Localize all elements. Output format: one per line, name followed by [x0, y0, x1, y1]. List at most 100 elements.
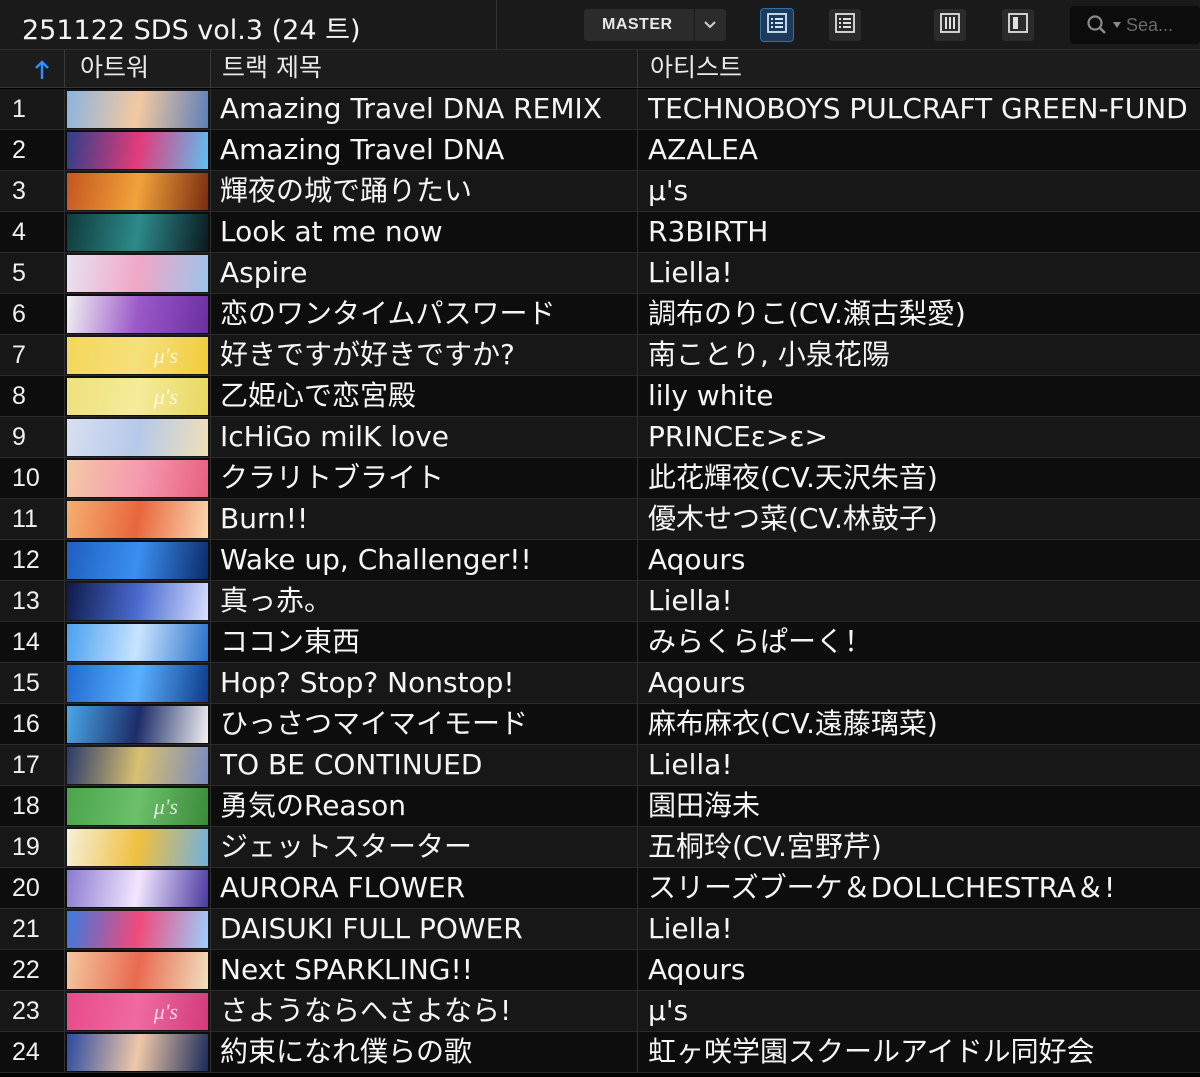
detail-list-view-button[interactable] — [829, 9, 861, 41]
track-title: Next SPARKLING!! — [220, 953, 473, 986]
track-row[interactable]: 12 Wake up, Challenger!! Aqours — [0, 540, 1200, 581]
track-artist: Liella! — [648, 912, 733, 945]
track-title: IcHiGo milK love — [220, 420, 450, 453]
track-title: 好きですが好きですか? — [220, 338, 515, 371]
row-divider — [210, 499, 211, 539]
track-row[interactable]: 1 Amazing Travel DNA REMIX TECHNOBOYS PULC… — [0, 89, 1200, 130]
row-divider — [64, 335, 65, 375]
artwork-thumbnail — [67, 747, 208, 784]
track-title: 約束になれ僕らの歌 — [220, 1035, 473, 1068]
track-row[interactable]: 5 Aspire Liella! — [0, 253, 1200, 294]
artwork-thumbnail — [67, 173, 208, 210]
track-row[interactable]: 14 ココン東西 みらくらぱーく！ — [0, 622, 1200, 663]
row-divider — [210, 1032, 211, 1072]
track-number: 9 — [12, 423, 26, 451]
track-row[interactable]: 21 DAISUKI FULL POWER Liella! — [0, 909, 1200, 950]
row-divider — [64, 745, 65, 785]
track-row[interactable]: 23 μ's さようならへさよなら! μ's — [0, 991, 1200, 1032]
sidebar-toggle-button[interactable] — [1002, 9, 1034, 41]
track-title: TO BE CONTINUED — [220, 748, 483, 781]
row-divider — [210, 130, 211, 170]
track-row[interactable]: 3 輝夜の城で踊りたい μ's — [0, 171, 1200, 212]
track-row[interactable]: 8 μ's 乙姫心で恋宮殿 lily white — [0, 376, 1200, 417]
artwork-thumbnail — [67, 132, 208, 169]
track-row[interactable]: 16 ひっさつマイマイモード 麻布麻衣(CV.遠藤璃菜) — [0, 704, 1200, 745]
row-divider — [210, 991, 211, 1031]
artwork-thumbnail: μ's — [67, 788, 208, 825]
columns-view-button[interactable] — [934, 9, 966, 41]
row-divider — [64, 417, 65, 457]
track-title: Burn!! — [220, 502, 309, 535]
difficulty-label: MASTER — [602, 16, 673, 33]
track-list: 1 Amazing Travel DNA REMIX TECHNOBOYS PULC… — [0, 89, 1200, 1073]
list-view-button[interactable] — [760, 8, 794, 42]
artwork-thumbnail — [67, 583, 208, 620]
track-row[interactable]: 10 クラリトブライト 此花輝夜(CV.天沢朱音) — [0, 458, 1200, 499]
column-title[interactable]: 트랙 제목 — [222, 50, 322, 88]
artwork-thumbnail — [67, 501, 208, 538]
track-artist: Aqours — [648, 543, 746, 576]
track-row[interactable]: 13 真っ赤。 Liella! — [0, 581, 1200, 622]
track-row[interactable]: 6 恋のワンタイムパスワード 調布のりこ(CV.瀬古梨愛) — [0, 294, 1200, 335]
row-divider — [210, 786, 211, 826]
column-artwork[interactable]: 아트워 — [80, 50, 149, 88]
row-divider — [637, 827, 638, 867]
row-divider — [64, 130, 65, 170]
track-title: 恋のワンタイムパスワード — [220, 297, 556, 330]
track-row[interactable]: 22 Next SPARKLING!! Aqours — [0, 950, 1200, 991]
track-row[interactable]: 24 約束になれ僕らの歌 虹ヶ咲学園スクールアイドル同好会 — [0, 1032, 1200, 1073]
track-artist: Aqours — [648, 953, 746, 986]
row-divider — [64, 294, 65, 334]
track-artist: R3BIRTH — [648, 215, 769, 248]
row-divider — [637, 868, 638, 908]
row-divider — [210, 704, 211, 744]
row-divider — [210, 171, 211, 211]
track-title: クラリトブライト — [220, 461, 445, 494]
track-row[interactable]: 11 Burn!! 優木せつ菜(CV.林鼓子) — [0, 499, 1200, 540]
track-title: 輝夜の城で踊りたい — [220, 174, 473, 207]
row-divider — [637, 704, 638, 744]
difficulty-dropdown[interactable]: MASTER — [584, 9, 726, 41]
track-number: 13 — [12, 587, 40, 615]
track-row[interactable]: 2 Amazing Travel DNA AZALEA — [0, 130, 1200, 171]
row-divider — [64, 581, 65, 621]
track-row[interactable]: 19 ジェットスターター 五桐玲(CV.宮野芹) — [0, 827, 1200, 868]
track-row[interactable]: 20 AURORA FLOWER スリーズブーケ＆DOLLCHESTRA＆! — [0, 868, 1200, 909]
search-box[interactable] — [1070, 6, 1200, 44]
track-row[interactable]: 9 IcHiGo milK love PRINCEε>ε> — [0, 417, 1200, 458]
track-row[interactable]: 7 μ's 好きですが好きですか? 南ことり, 小泉花陽 — [0, 335, 1200, 376]
track-row[interactable]: 4 Look at me now R3BIRTH — [0, 212, 1200, 253]
row-divider — [637, 294, 638, 334]
track-title: 乙姫心で恋宮殿 — [220, 379, 417, 412]
row-divider — [210, 950, 211, 990]
track-number: 19 — [12, 833, 40, 861]
track-artist: Liella! — [648, 748, 733, 781]
row-divider — [637, 499, 638, 539]
track-title: さようならへさよなら! — [220, 994, 512, 1027]
track-title: Hop? Stop? Nonstop! — [220, 666, 515, 699]
track-row[interactable]: 17 TO BE CONTINUED Liella! — [0, 745, 1200, 786]
row-divider — [64, 950, 65, 990]
row-divider — [210, 458, 211, 498]
track-artist: 南ことり, 小泉花陽 — [648, 338, 890, 371]
row-divider — [64, 1032, 65, 1072]
track-artist: Liella! — [648, 584, 733, 617]
search-input[interactable] — [1126, 14, 1196, 36]
row-divider — [210, 89, 211, 129]
row-divider — [637, 581, 638, 621]
row-divider — [210, 868, 211, 908]
artwork-thumbnail — [67, 870, 208, 907]
sort-ascending-icon[interactable] — [30, 58, 54, 82]
track-number: 7 — [12, 341, 26, 369]
row-divider — [210, 745, 211, 785]
artwork-thumbnail — [67, 255, 208, 292]
row-divider — [64, 704, 65, 744]
track-row[interactable]: 18 μ's 勇気のReason 園田海未 — [0, 786, 1200, 827]
track-artist: 虹ヶ咲学園スクールアイドル同好会 — [648, 1035, 1095, 1068]
row-divider — [64, 827, 65, 867]
column-artist[interactable]: 아티스트 — [650, 50, 742, 88]
track-title: ジェットスターター — [220, 830, 473, 863]
chevron-down-icon — [694, 9, 724, 41]
artwork-thumbnail: μ's — [67, 378, 208, 415]
track-row[interactable]: 15 Hop? Stop? Nonstop! Aqours — [0, 663, 1200, 704]
